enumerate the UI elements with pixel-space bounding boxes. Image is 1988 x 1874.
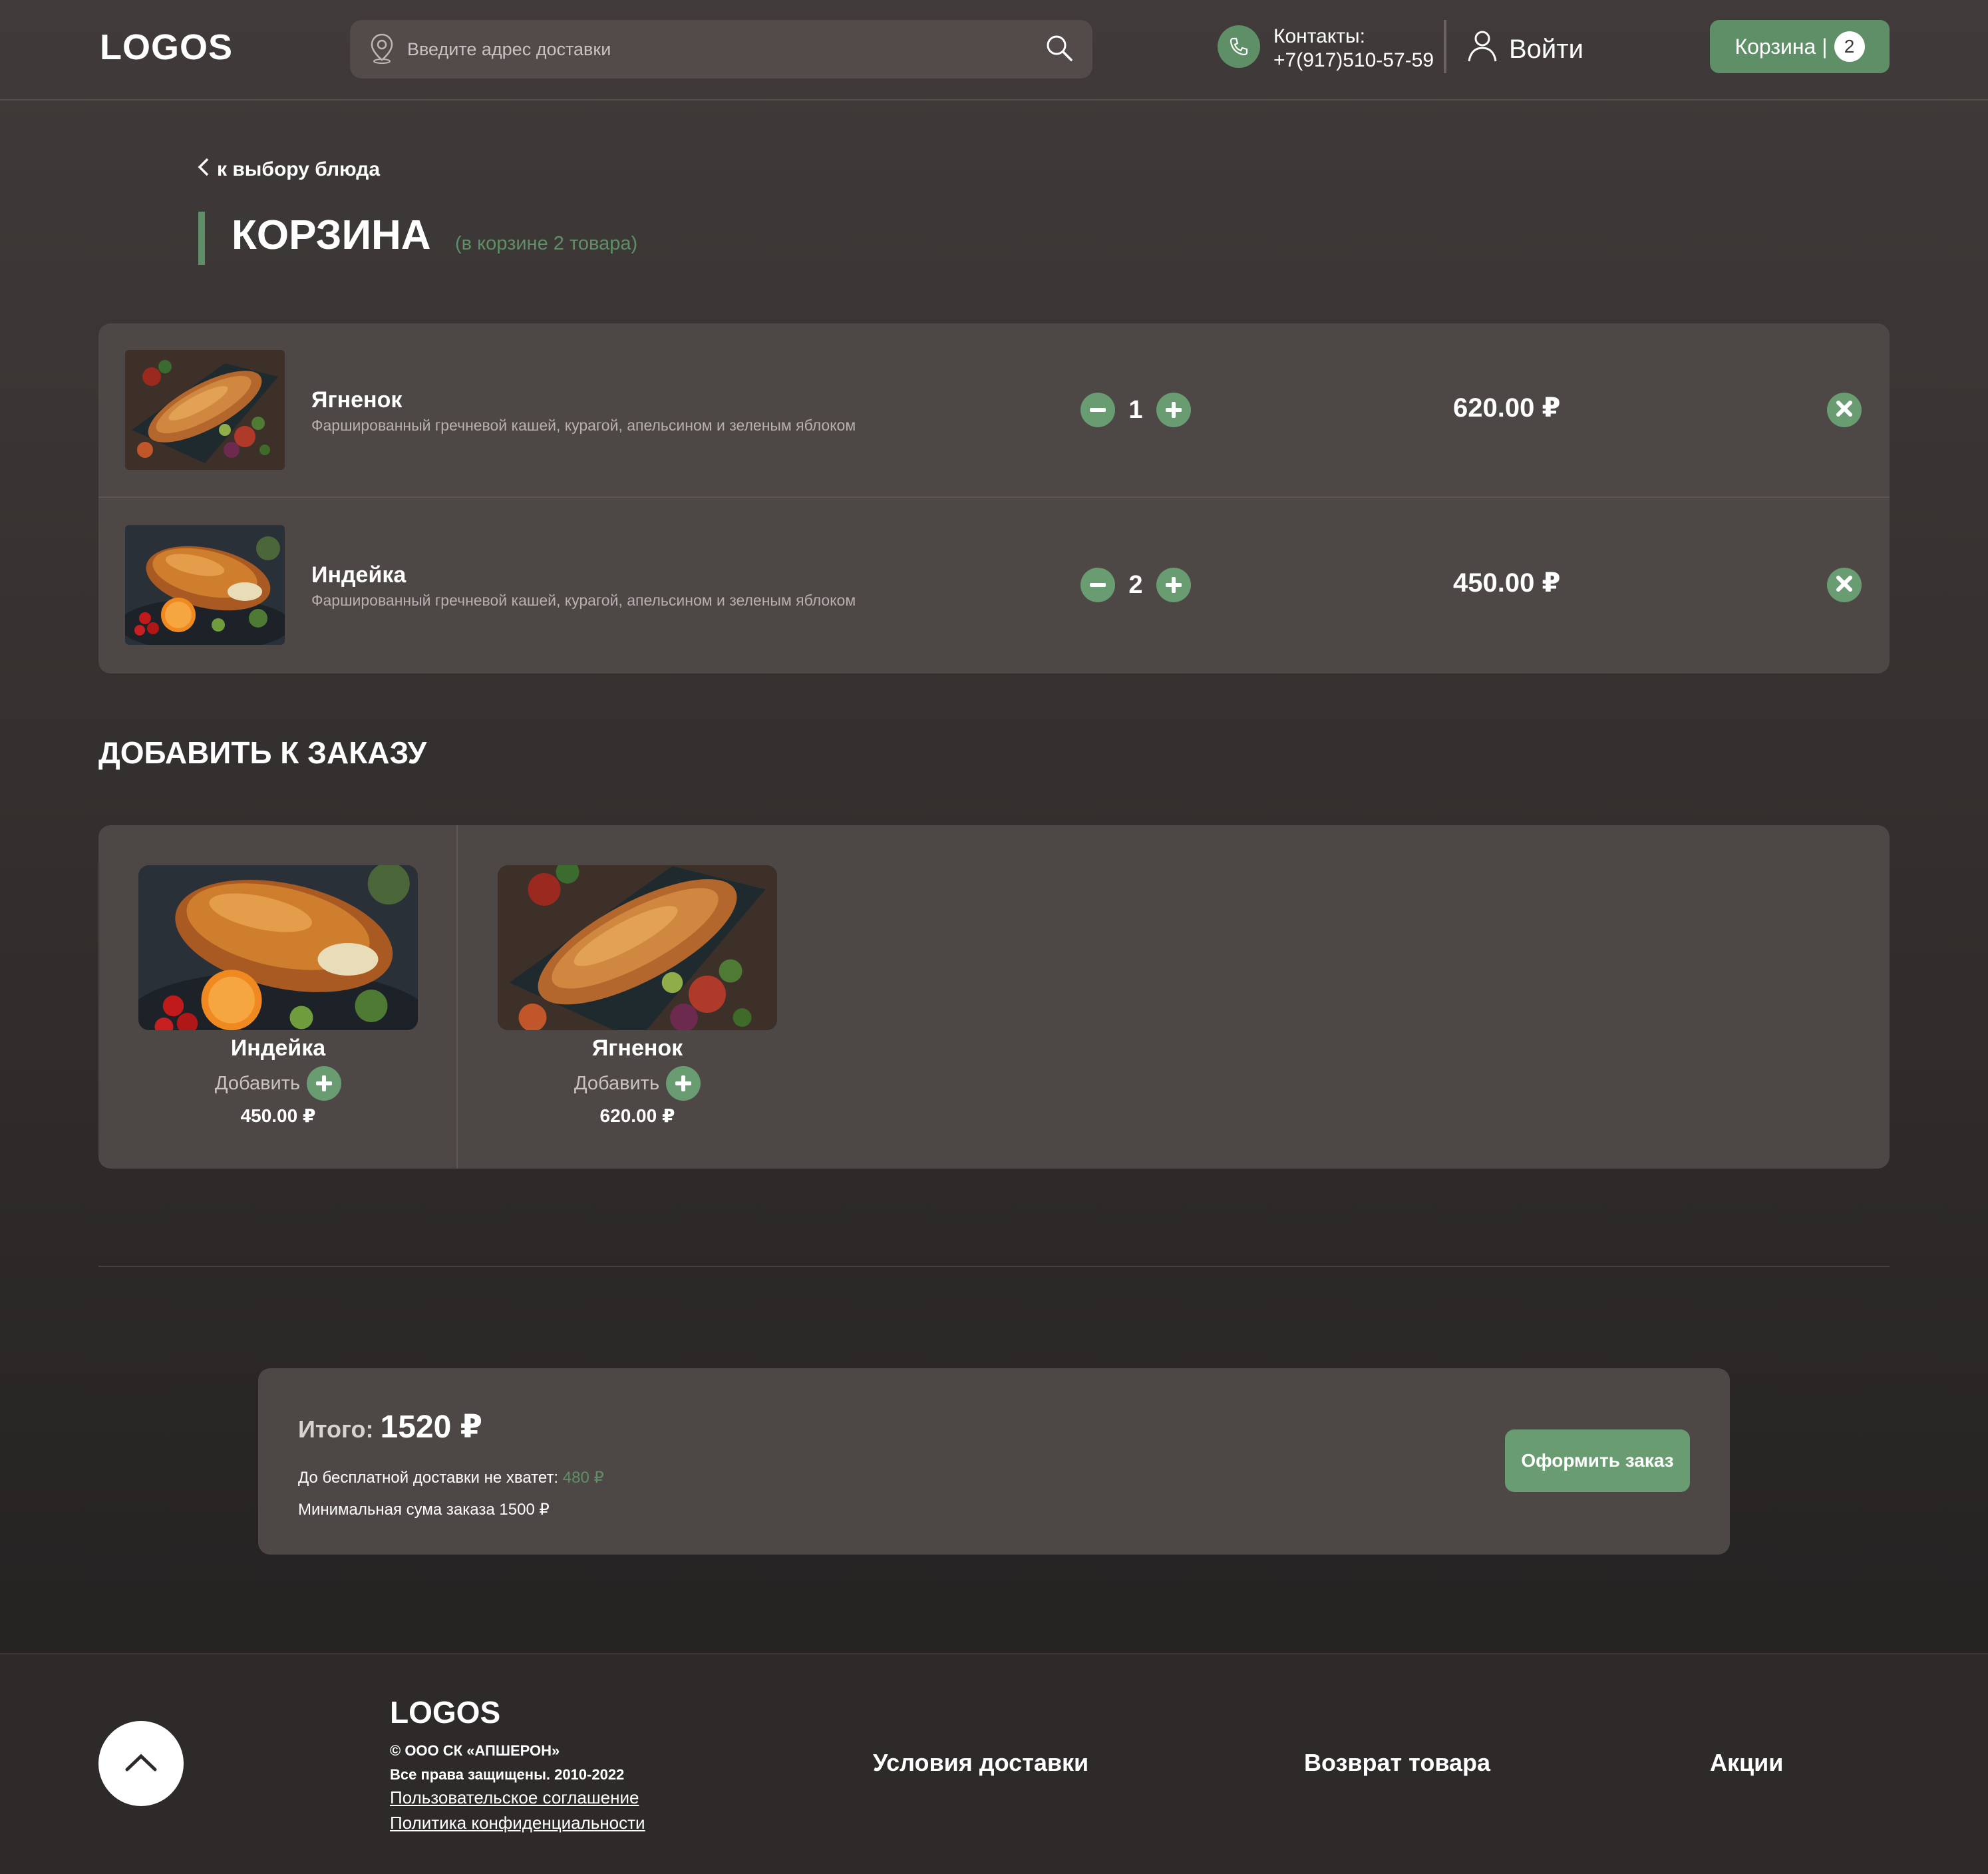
login-label: Войти — [1509, 34, 1583, 64]
minus-button[interactable] — [1080, 393, 1115, 427]
user-agreement-link[interactable]: Пользовательское соглашение — [390, 1787, 639, 1808]
header-divider — [1444, 20, 1446, 73]
suggestion-price: 620.00 ₽ — [599, 1105, 675, 1126]
cart-count-subtitle: (в корзине 2 товара) — [455, 233, 638, 254]
footer-nav-delivery[interactable]: Условия доставки — [873, 1749, 1088, 1777]
cart-items-list: Ягненок Фаршированный гречневой кашей, к… — [98, 323, 1890, 673]
total-value: 1520 ₽ — [380, 1409, 483, 1445]
search-icon[interactable] — [1045, 33, 1074, 66]
suggestion-name: Ягненок — [591, 1035, 683, 1061]
scroll-top-button[interactable] — [98, 1721, 184, 1806]
total-line: Итого: 1520 ₽ — [298, 1408, 482, 1445]
title-accent-bar — [198, 212, 205, 265]
lamb-image — [125, 350, 285, 470]
address-search[interactable]: Введите адрес доставки — [350, 20, 1092, 79]
turkey-image — [125, 525, 285, 645]
plus-icon — [666, 1066, 701, 1101]
cart-item-price: 450.00 ₽ — [1453, 568, 1561, 598]
footer-logo[interactable]: LOGOS — [390, 1694, 500, 1730]
cart-button[interactable]: Корзина | 2 — [1710, 20, 1890, 73]
quantity-stepper: 2 — [1080, 568, 1191, 602]
cart-item-description: Фаршированный гречневой кашей, курагой, … — [311, 592, 856, 609]
add-button[interactable]: Добавить — [458, 1066, 817, 1101]
phone-icon[interactable] — [1218, 25, 1260, 68]
quantity-stepper: 1 — [1080, 393, 1191, 427]
privacy-policy-link[interactable]: Политика конфиденциальности — [390, 1813, 645, 1833]
add-label: Добавить — [574, 1072, 660, 1094]
cart-item-name: Индейка — [311, 562, 407, 588]
free-delivery-label: До бесплатной доставки не хватет: — [298, 1469, 559, 1487]
logo[interactable]: LOGOS — [100, 27, 233, 68]
search-input[interactable]: Введите адрес доставки — [407, 39, 1045, 60]
cart-label: Корзина | — [1735, 34, 1828, 59]
turkey-image[interactable] — [138, 865, 418, 1030]
remove-item-button[interactable] — [1827, 393, 1862, 427]
minus-button[interactable] — [1080, 568, 1115, 602]
cart-item-name: Ягненок — [311, 387, 403, 413]
cart-item-price: 620.00 ₽ — [1453, 393, 1561, 423]
suggestion-price: 450.00 ₽ — [240, 1105, 316, 1126]
cart-item-row: Индейка Фаршированный гречневой кашей, к… — [98, 498, 1890, 673]
add-to-order-heading: ДОБАВИТЬ К ЗАКАЗУ — [98, 735, 427, 770]
close-icon — [1827, 391, 1862, 429]
footer-nav-returns[interactable]: Возврат товара — [1304, 1749, 1490, 1777]
back-link-label: к выбору блюда — [217, 158, 381, 180]
contacts-phone[interactable]: +7(917)510-57-59 — [1273, 49, 1434, 72]
plus-button[interactable] — [1156, 393, 1191, 427]
user-icon — [1466, 29, 1498, 69]
cart-item-description: Фаршированный гречневой кашей, курагой, … — [311, 417, 856, 434]
plus-icon — [307, 1066, 342, 1101]
cart-item-row: Ягненок Фаршированный гречневой кашей, к… — [98, 323, 1890, 498]
footer-rights: Все права защищены. 2010-2022 — [390, 1766, 625, 1783]
free-delivery-note: До бесплатной доставки не хватет: 480 ₽ — [298, 1468, 604, 1487]
checkout-button[interactable]: Оформить заказ — [1505, 1429, 1690, 1492]
quantity-value: 1 — [1128, 395, 1143, 424]
login-button[interactable]: Войти — [1466, 29, 1583, 69]
add-to-order-panel: Индейка Добавить 450.00 ₽ Ягненок Добави… — [98, 825, 1890, 1169]
section-divider — [98, 1266, 1890, 1267]
site-header: LOGOS Введите адрес доставки Контакты: +… — [0, 0, 1988, 100]
remove-item-button[interactable] — [1827, 568, 1862, 602]
total-label: Итого: — [298, 1415, 374, 1443]
lamb-image[interactable] — [498, 865, 777, 1030]
chevron-left-icon — [197, 157, 210, 182]
footer-company: © ООО СК «АПШЕРОН» — [390, 1742, 560, 1759]
suggestion-card: Индейка Добавить 450.00 ₽ — [98, 825, 458, 1169]
plus-button[interactable] — [1156, 568, 1191, 602]
free-delivery-amount: 480 ₽ — [562, 1469, 604, 1487]
minimum-sum-note: Минимальная сума заказа 1500 ₽ — [298, 1501, 550, 1519]
add-button[interactable]: Добавить — [98, 1066, 458, 1101]
contacts-label: Контакты: — [1273, 25, 1365, 47]
chevron-up-icon — [124, 1752, 158, 1776]
footer-nav-promotions[interactable]: Акции — [1710, 1749, 1783, 1777]
location-pin-icon — [369, 32, 395, 67]
site-footer: LOGOS © ООО СК «АПШЕРОН» Все права защищ… — [0, 1653, 1988, 1874]
suggestion-name: Индейка — [230, 1035, 326, 1061]
quantity-value: 2 — [1128, 570, 1143, 599]
close-icon — [1827, 566, 1862, 604]
add-label: Добавить — [214, 1072, 301, 1094]
page-title: КОРЗИНА — [232, 212, 431, 258]
suggestion-card: Ягненок Добавить 620.00 ₽ — [458, 825, 817, 1169]
order-summary: Итого: 1520 ₽ До бесплатной доставки не … — [258, 1368, 1730, 1555]
back-link[interactable]: к выбору блюда — [197, 157, 380, 182]
cart-count-badge: 2 — [1834, 31, 1865, 62]
